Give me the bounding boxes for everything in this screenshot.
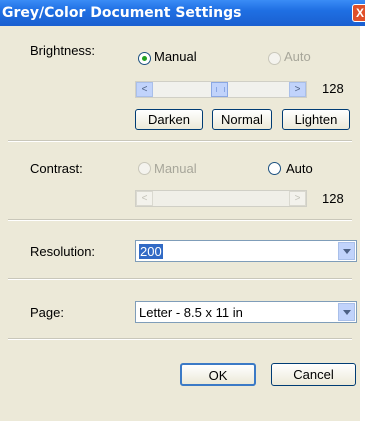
- title-bar[interactable]: Grey/Color Document Settings X: [0, 0, 365, 26]
- page-label: Page:: [30, 305, 64, 320]
- brightness-label: Brightness:: [30, 43, 96, 58]
- resolution-value: 200: [139, 244, 163, 259]
- ok-button[interactable]: OK: [180, 363, 256, 386]
- contrast-label: Contrast:: [30, 161, 83, 176]
- contrast-right-arrow-icon: >: [289, 191, 306, 206]
- brightness-left-arrow-icon[interactable]: <: [136, 82, 153, 97]
- dialog-body: Brightness: Manual Auto < > 128 Darken N…: [0, 26, 360, 421]
- contrast-manual-label: Manual: [154, 161, 197, 176]
- contrast-left-arrow-icon: <: [136, 191, 153, 206]
- darken-button[interactable]: Darken: [135, 109, 203, 130]
- settings-dialog: Grey/Color Document Settings X Brightnes…: [0, 0, 365, 421]
- page-dropdown-chevron-down-icon[interactable]: [338, 303, 355, 321]
- close-icon[interactable]: X: [352, 4, 365, 22]
- contrast-slider: < >: [135, 190, 307, 207]
- lighten-button[interactable]: Lighten: [282, 109, 350, 130]
- separator: [8, 338, 352, 340]
- brightness-right-arrow-icon[interactable]: >: [289, 82, 306, 97]
- contrast-auto-label[interactable]: Auto: [286, 161, 313, 176]
- resolution-dropdown-chevron-down-icon[interactable]: [338, 242, 355, 260]
- window-title: Grey/Color Document Settings: [2, 5, 242, 21]
- contrast-value: 128: [322, 191, 344, 206]
- contrast-manual-radio: [138, 162, 151, 175]
- page-value: Letter - 8.5 x 11 in: [139, 305, 243, 320]
- page-select[interactable]: Letter - 8.5 x 11 in: [135, 301, 357, 323]
- brightness-value: 128: [322, 81, 344, 96]
- separator: [8, 219, 352, 221]
- contrast-auto-radio[interactable]: [268, 162, 281, 175]
- resolution-label: Resolution:: [30, 244, 96, 259]
- brightness-slider[interactable]: < >: [135, 81, 307, 98]
- brightness-auto-radio: [268, 52, 281, 65]
- brightness-manual-radio[interactable]: [138, 52, 151, 65]
- cancel-button[interactable]: Cancel: [271, 363, 356, 386]
- brightness-slider-thumb[interactable]: [211, 82, 228, 97]
- brightness-auto-label: Auto: [284, 49, 311, 64]
- separator: [8, 140, 352, 142]
- radio-selected-dot: [142, 56, 147, 61]
- separator: [8, 278, 352, 280]
- brightness-manual-label[interactable]: Manual: [154, 49, 197, 64]
- resolution-select[interactable]: 200: [135, 240, 357, 262]
- normal-button[interactable]: Normal: [212, 109, 272, 130]
